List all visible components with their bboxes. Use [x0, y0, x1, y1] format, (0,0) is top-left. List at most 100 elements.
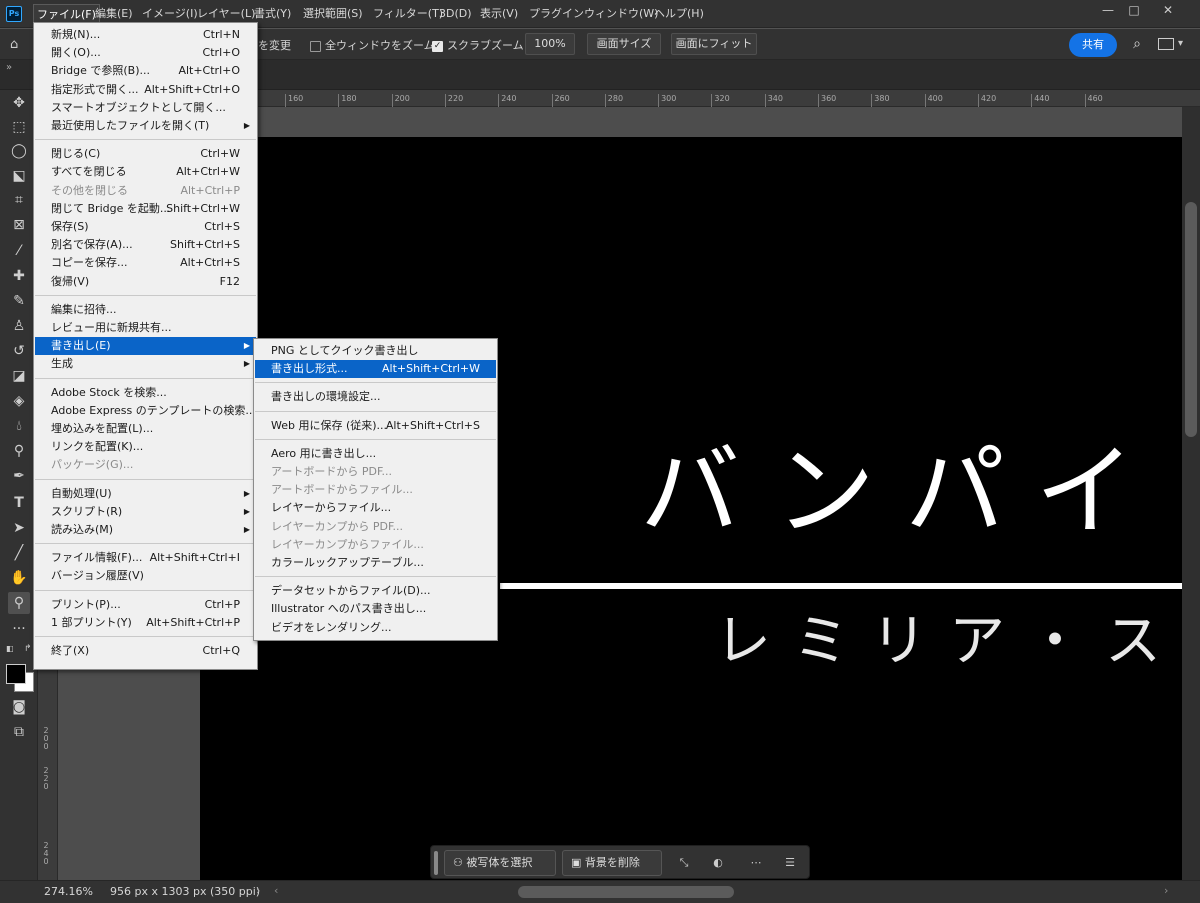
drag-handle[interactable]	[434, 851, 438, 875]
export-menu-item[interactable]: Web 用に保存 (従来)... Alt+Shift+Ctrl+S	[255, 417, 496, 435]
file-menu-item[interactable]: 最近使用したファイルを開く(T) ▶	[35, 117, 256, 135]
workspace-icon[interactable]	[1158, 38, 1174, 50]
more-tools-icon[interactable]: ···	[8, 618, 30, 640]
vertical-scroll-thumb[interactable]	[1185, 202, 1197, 437]
menu-7[interactable]: 3D(D)	[436, 0, 475, 28]
file-menu-item[interactable]: 終了(X) Ctrl+Q	[35, 642, 256, 660]
dodge-tool-icon[interactable]: ⚲	[8, 440, 30, 462]
file-menu-item[interactable]: 生成 ▶	[35, 355, 256, 373]
paint-bucket-tool-icon[interactable]: ◈	[8, 390, 30, 412]
collapse-panels-icon[interactable]: »	[6, 62, 12, 73]
search-icon[interactable]: ⌕	[1128, 35, 1146, 53]
share-button[interactable]: 共有	[1069, 33, 1117, 57]
zoom-level[interactable]: 274.16%	[44, 885, 93, 898]
file-menu-item[interactable]: 自動処理(U) ▶	[35, 485, 256, 503]
file-menu-item[interactable]: 保存(S) Ctrl+S	[35, 218, 256, 236]
remove-background-button[interactable]: ▣ 背景を削除	[562, 850, 662, 876]
crop-tool-icon[interactable]: ⌗	[8, 189, 30, 211]
status-menu-arrow-icon[interactable]: ›	[256, 884, 260, 897]
lasso-tool-icon[interactable]: ◯	[8, 140, 30, 162]
file-menu-item[interactable]: ファイル情報(F)... Alt+Shift+Ctrl+I	[35, 549, 256, 567]
file-menu-item[interactable]: スクリプト(R) ▶	[35, 503, 256, 521]
file-menu-item[interactable]: Bridge で参照(B)... Alt+Ctrl+O	[35, 62, 256, 80]
file-menu-item[interactable]: 編集に招待...	[35, 301, 256, 319]
path-selection-tool-icon[interactable]: ➤	[8, 517, 30, 539]
screen-mode-icon[interactable]: ⧉	[8, 721, 30, 743]
foreground-color-swatch[interactable]	[6, 664, 26, 684]
file-menu-item[interactable]: 別名で保存(A)... Shift+Ctrl+S	[35, 236, 256, 254]
move-tool-icon[interactable]: ✥	[8, 92, 30, 114]
zoom-tool-icon[interactable]: ⚲	[8, 592, 30, 614]
menu-6[interactable]: フィルター(T)	[370, 0, 446, 28]
type-tool-icon[interactable]: T	[8, 492, 30, 514]
zoom-all-checkbox[interactable]	[310, 40, 321, 52]
file-menu-item[interactable]: Adobe Express のテンプレートの検索...	[35, 402, 256, 420]
file-menu-item[interactable]: 書き出し(E) ▶	[35, 337, 256, 356]
default-colors-icon[interactable]: ◧	[6, 644, 16, 654]
history-brush-tool-icon[interactable]: ↺	[8, 340, 30, 362]
transform-icon[interactable]: ⤡	[675, 854, 693, 872]
fit-screen-button[interactable]: 画面サイズ	[587, 33, 661, 55]
menu-11[interactable]: ヘルプ(H)	[651, 0, 707, 28]
marquee-tool-icon[interactable]: ⬚	[8, 116, 30, 138]
line-tool-icon[interactable]: ╱	[8, 542, 30, 564]
export-menu-item[interactable]: データセットからファイル(D)...	[255, 582, 496, 600]
file-menu-item[interactable]: 埋め込みを配置(L)...	[35, 420, 256, 438]
chevron-down-icon[interactable]: ▾	[1178, 35, 1194, 53]
select-subject-button[interactable]: ⚇ 被写体を選択	[444, 850, 556, 876]
file-menu-item[interactable]: スマートオブジェクトとして開く...	[35, 99, 256, 117]
export-menu-item[interactable]: カラールックアップテーブル...	[255, 554, 496, 572]
export-menu-item[interactable]: ビデオをレンダリング...	[255, 619, 496, 637]
file-menu-item[interactable]: 1 部プリント(Y) Alt+Shift+Ctrl+P	[35, 614, 256, 632]
file-menu-item[interactable]: 開く(O)... Ctrl+O	[35, 44, 256, 62]
zoom-100-button[interactable]: 100%	[525, 33, 575, 55]
scroll-right-icon[interactable]: ›	[1164, 884, 1168, 897]
scrubby-zoom-option[interactable]: ✓ スクラブズーム	[432, 37, 524, 53]
zoom-all-windows-option[interactable]: 全ウィンドウをズーム	[310, 37, 435, 53]
eraser-tool-icon[interactable]: ◪	[8, 365, 30, 387]
close-button[interactable]: ✕	[1152, 0, 1184, 22]
maximize-button[interactable]: □	[1118, 0, 1150, 22]
menu-5[interactable]: 選択範囲(S)	[300, 0, 366, 28]
hand-tool-icon[interactable]: ✋	[8, 567, 30, 589]
brush-tool-icon[interactable]: ✎	[8, 290, 30, 312]
vertical-scrollbar[interactable]	[1182, 107, 1200, 880]
export-menu-item[interactable]: Aero 用に書き出し...	[255, 445, 496, 463]
file-menu-item[interactable]: 読み込み(M) ▶	[35, 521, 256, 539]
file-menu-item[interactable]: プリント(P)... Ctrl+P	[35, 596, 256, 614]
scrubby-zoom-checkbox[interactable]: ✓	[432, 40, 443, 52]
file-menu-item[interactable]: レビュー用に新規共有...	[35, 319, 256, 337]
horizontal-scroll-thumb[interactable]	[518, 886, 734, 898]
eyedropper-tool-icon[interactable]: ⁄	[8, 240, 30, 262]
menu-0[interactable]: ファイル(F)	[33, 4, 100, 24]
blur-tool-icon[interactable]: 💧︎	[8, 415, 30, 437]
frame-tool-icon[interactable]: ⊠	[8, 214, 30, 236]
menu-10[interactable]: ウィンドウ(W)	[581, 0, 661, 28]
file-menu-item[interactable]: すべてを閉じる Alt+Ctrl+W	[35, 163, 256, 181]
file-menu-item[interactable]: リンクを配置(K)...	[35, 438, 256, 456]
menu-8[interactable]: 表示(V)	[477, 0, 521, 28]
pen-tool-icon[interactable]: ✒	[8, 465, 30, 487]
adjustment-icon[interactable]: ◐	[709, 854, 727, 872]
export-menu-item[interactable]: 書き出し形式... Alt+Shift+Ctrl+W	[255, 360, 496, 379]
more-options-icon[interactable]: ⋯	[745, 854, 767, 872]
export-menu-item[interactable]: レイヤーからファイル...	[255, 499, 496, 517]
export-menu-item[interactable]: PNG としてクイック書き出し	[255, 342, 496, 360]
file-menu-item[interactable]: 閉じて Bridge を起動... Shift+Ctrl+W	[35, 200, 256, 218]
settings-sliders-icon[interactable]: ☰	[781, 854, 799, 872]
file-menu-item[interactable]: 指定形式で開く... Alt+Shift+Ctrl+O	[35, 81, 256, 99]
quick-mask-icon[interactable]: ◙	[8, 696, 30, 718]
fill-screen-button[interactable]: 画面にフィット	[671, 33, 757, 55]
file-menu-item[interactable]: バージョン履歴(V)	[35, 567, 256, 585]
export-menu-item[interactable]: 書き出しの環境設定...	[255, 388, 496, 406]
file-menu-item[interactable]: 新規(N)... Ctrl+N	[35, 26, 256, 44]
menu-9[interactable]: プラグイン	[526, 0, 587, 28]
export-menu-item[interactable]: Illustrator へのパス書き出し...	[255, 600, 496, 618]
file-menu-item[interactable]: Adobe Stock を検索...	[35, 384, 256, 402]
object-selection-tool-icon[interactable]: ⬕	[8, 165, 30, 187]
clone-stamp-tool-icon[interactable]: ♙	[8, 315, 30, 337]
resize-windows-option[interactable]: を変更	[258, 37, 291, 53]
home-icon[interactable]: ⌂	[10, 37, 32, 53]
scroll-left-icon[interactable]: ‹	[274, 884, 278, 897]
file-menu-item[interactable]: 復帰(V) F12	[35, 273, 256, 291]
